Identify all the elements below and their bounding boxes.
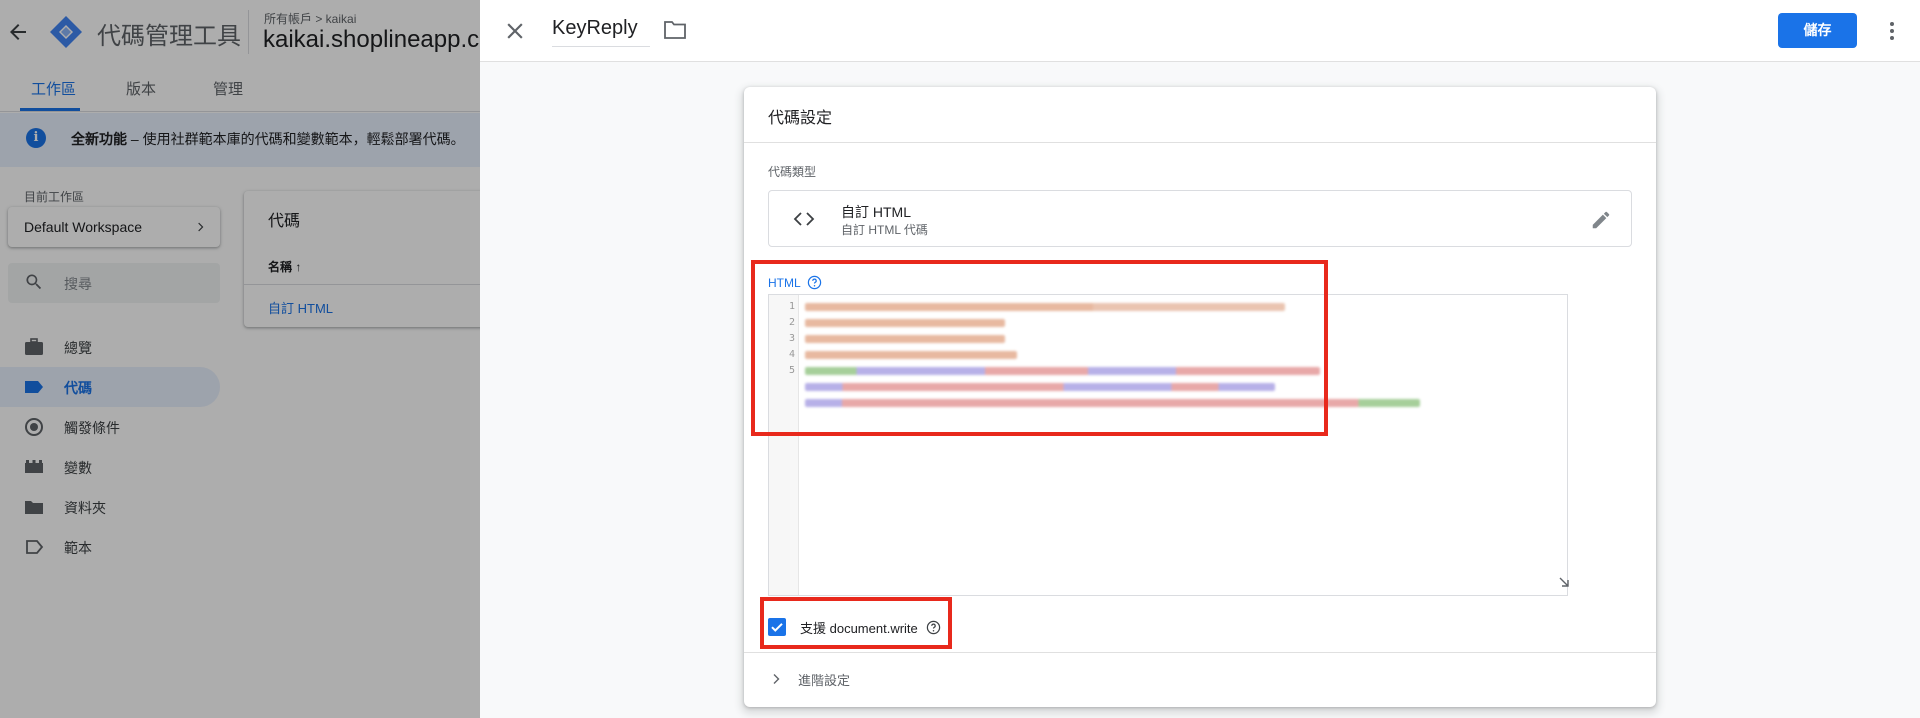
chevron-right-icon [773, 674, 780, 684]
code-icon [793, 212, 815, 226]
card-title: 代碼設定 [768, 110, 833, 127]
edit-pencil-icon[interactable] [1590, 209, 1612, 231]
save-button[interactable]: 儲存 [1778, 13, 1857, 48]
tag-type-name: 自訂 HTML [841, 204, 911, 220]
tag-editor-panel: KeyReply 儲存 代碼設定 代碼類型 自訂 HTML 自訂 HTML 代碼… [480, 0, 1920, 718]
more-vert-icon[interactable] [1880, 19, 1904, 43]
tag-name-input[interactable]: KeyReply [552, 17, 650, 47]
advanced-settings-label: 進階設定 [798, 672, 851, 688]
app-root: 代碼管理工具 所有帳戶 > kaikai kaikai.shoplineapp.… [0, 0, 1920, 718]
modal-scrim[interactable] [0, 0, 480, 718]
close-icon[interactable] [502, 18, 528, 44]
resize-handle-icon[interactable] [1557, 575, 1571, 589]
tag-type-description: 自訂 HTML 代碼 [841, 223, 928, 237]
divider [744, 652, 1656, 653]
tag-type-selector[interactable]: 自訂 HTML 自訂 HTML 代碼 [768, 190, 1632, 247]
highlight-box-document-write [760, 597, 952, 649]
divider [744, 142, 1656, 143]
panel-header: KeyReply 儲存 [480, 0, 1920, 62]
folder-icon[interactable] [663, 19, 687, 41]
advanced-settings-toggle[interactable]: 進階設定 [768, 667, 850, 691]
highlight-box-html-editor [751, 260, 1328, 436]
tag-type-label: 代碼類型 [768, 165, 817, 179]
